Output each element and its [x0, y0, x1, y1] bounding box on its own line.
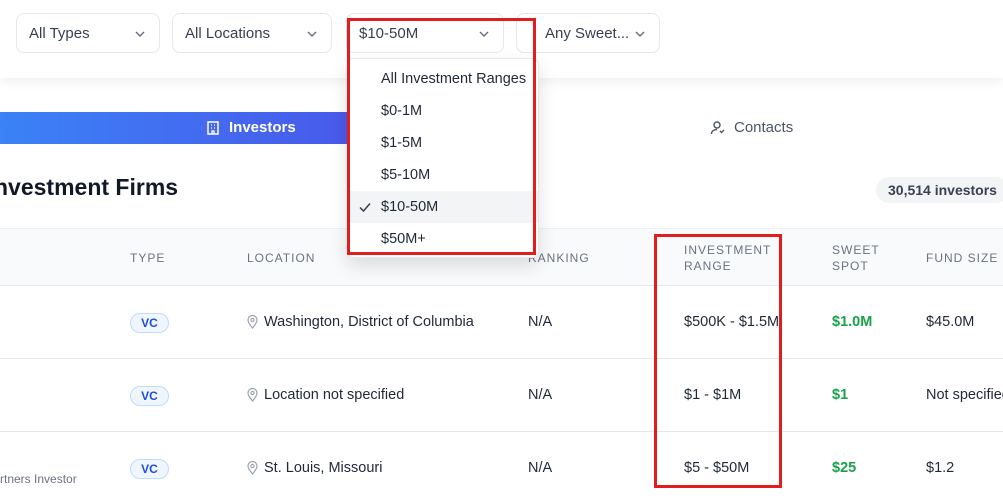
location-cell: Location not specified	[247, 387, 404, 403]
user-icon	[710, 120, 725, 134]
column-header-investment-range[interactable]: INVESTMENT RANGE	[684, 242, 771, 274]
sweet-spot-cell: $25	[832, 460, 857, 476]
location-cell: Washington, District of Columbia	[247, 314, 474, 330]
range-option-5-10m[interactable]: $5-10M	[348, 159, 538, 191]
range-option-label: $10-50M	[381, 199, 439, 215]
type-badge: VC	[130, 459, 169, 479]
type-badge: VC	[130, 313, 169, 333]
type-filter-select[interactable]: All Types	[16, 13, 160, 53]
location-text: Washington, District of Columbia	[264, 314, 474, 330]
range-option-label: All Investment Ranges	[381, 71, 527, 87]
location-filter-value: All Locations	[185, 24, 271, 42]
type-badge: VC	[130, 386, 169, 406]
checkmark-icon	[359, 203, 371, 213]
column-header-sweet-spot-line1: SWEET	[832, 243, 880, 257]
column-header-type[interactable]: TYPE	[130, 250, 165, 266]
column-header-investment-range-line2: RANGE	[684, 259, 732, 273]
chevron-down-icon	[635, 31, 645, 38]
sweet-spot-cell: $1	[832, 387, 849, 403]
range-option-1-5m[interactable]: $1-5M	[348, 127, 538, 159]
ranking-cell: N/A	[528, 460, 553, 476]
column-header-location[interactable]: LOCATION	[247, 250, 315, 266]
fund-size-cell: $1.2	[926, 460, 955, 476]
location-text: Location not specified	[264, 387, 405, 403]
location-text: St. Louis, Missouri	[264, 460, 383, 476]
tab-contacts[interactable]: Contacts	[520, 112, 1003, 144]
table-row[interactable]: rtners Investor VC St. Louis, Missouri N…	[0, 432, 1003, 499]
sweet-spot-filter-select[interactable]: Any Sweet...	[516, 13, 660, 53]
investment-range-dropdown-menu: All Investment Ranges $0-1M $1-5M $5-10M…	[347, 58, 539, 258]
column-header-investment-range-line1: INVESTMENT	[684, 243, 772, 257]
fund-size-cell: Not specified	[926, 387, 1003, 403]
investment-range-filter-value: $10-50M	[359, 24, 419, 42]
range-option-10-50m[interactable]: $10-50M	[348, 191, 538, 223]
tab-contacts-label: Contacts	[734, 119, 794, 136]
investment-range-cell: $5 - $50M	[684, 460, 750, 476]
chevron-down-icon	[479, 31, 489, 38]
range-option-label: $1-5M	[381, 135, 423, 151]
table-row[interactable]: VC Washington, District of Columbia N/A …	[0, 286, 1003, 359]
ranking-cell: N/A	[528, 314, 553, 330]
table-row[interactable]: VC Location not specified N/A $1 - $1M $…	[0, 359, 1003, 432]
type-filter-value: All Types	[29, 24, 90, 42]
investment-range-cell: $1 - $1M	[684, 387, 742, 403]
location-filter-select[interactable]: All Locations	[172, 13, 332, 53]
column-header-sweet-spot-line2: SPOT	[832, 259, 869, 273]
range-option-0-1m[interactable]: $0-1M	[348, 95, 538, 127]
tab-investors-label: Investors	[229, 119, 296, 136]
sweet-spot-cell: $1.0M	[832, 314, 873, 330]
column-header-fund-size[interactable]: FUND SIZE	[926, 250, 998, 266]
map-pin-icon	[247, 315, 258, 329]
chevron-down-icon	[135, 31, 145, 38]
range-option-all[interactable]: All Investment Ranges	[348, 63, 538, 95]
range-option-label: $5-10M	[381, 167, 431, 183]
building-icon	[207, 120, 219, 135]
firm-subtitle: rtners Investor	[0, 472, 77, 486]
investment-range-cell: $500K - $1.5M	[684, 314, 780, 330]
column-header-sweet-spot[interactable]: SWEET SPOT	[832, 242, 880, 274]
page-title: nvestment Firms	[0, 174, 179, 200]
range-option-label: $0-1M	[381, 103, 423, 119]
location-cell: St. Louis, Missouri	[247, 460, 382, 476]
ranking-cell: N/A	[528, 387, 553, 403]
map-pin-icon	[247, 461, 258, 475]
map-pin-icon	[247, 388, 258, 402]
investor-count-badge: 30,514 investors	[876, 177, 1003, 203]
chevron-down-icon	[307, 31, 317, 38]
range-option-50m-plus[interactable]: $50M+	[348, 223, 538, 255]
sweet-spot-filter-value: Any Sweet...	[545, 24, 630, 42]
fund-size-cell: $45.0M	[926, 314, 975, 330]
investment-range-filter-select[interactable]: $10-50M	[346, 13, 504, 53]
range-option-label: $50M+	[381, 231, 426, 247]
